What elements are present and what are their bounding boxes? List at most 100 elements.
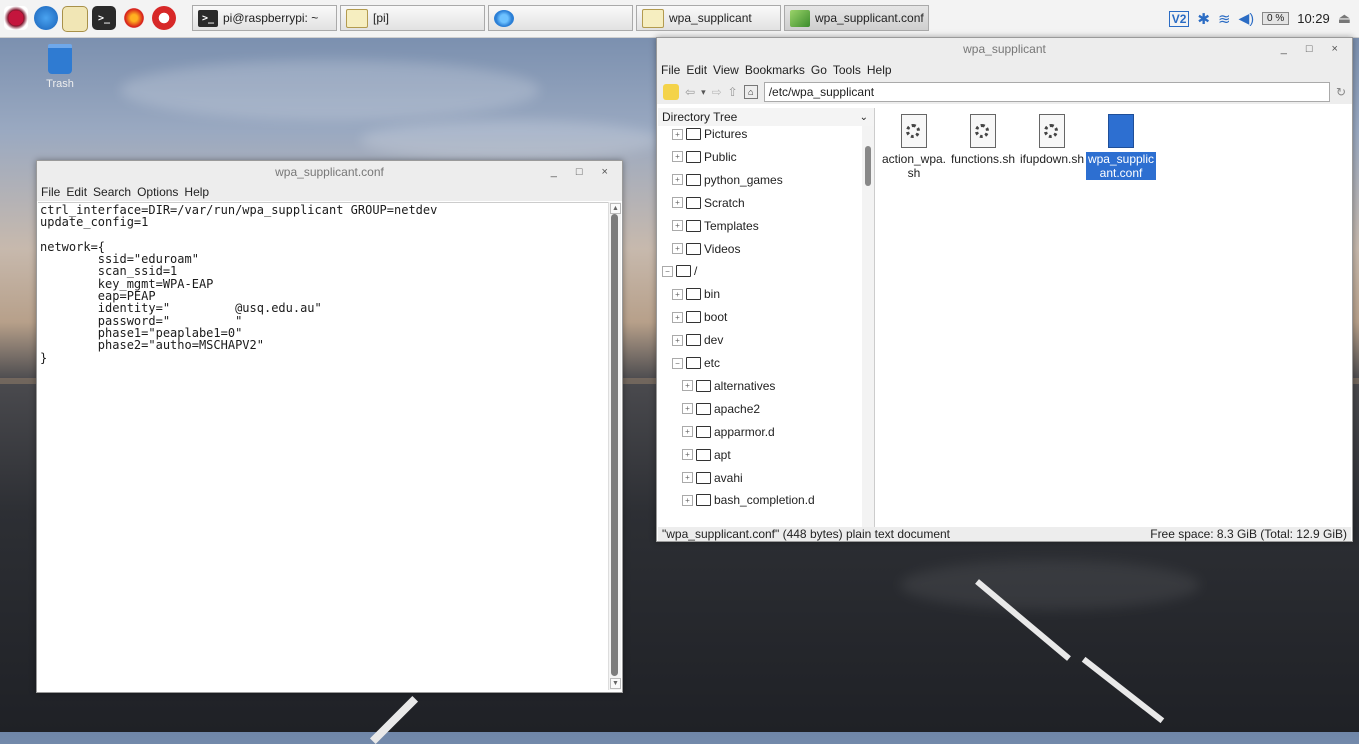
address-bar[interactable]: /etc/wpa_supplicant [763, 82, 1330, 102]
tree-item[interactable]: + Videos [672, 241, 740, 257]
fm-titlebar[interactable]: wpa_supplicant _ □ × [657, 38, 1352, 60]
expand-icon[interactable]: + [672, 243, 683, 254]
expand-icon[interactable]: + [672, 174, 683, 186]
expand-icon[interactable]: + [672, 128, 683, 140]
file-item[interactable]: action_wpa. sh [879, 114, 949, 180]
tree-item[interactable]: + alternatives [682, 378, 775, 394]
file-item[interactable]: wpa_supplic ant.conf [1086, 114, 1156, 180]
task-filemanager[interactable]: wpa_supplicant [636, 5, 781, 31]
tree-item[interactable]: − etc [672, 355, 720, 371]
tree-item-label: apt [714, 447, 731, 462]
tree-item[interactable]: + python_games [672, 172, 783, 188]
tree-item[interactable]: + Scratch [672, 195, 745, 211]
tree-item[interactable]: + avahi [682, 470, 743, 486]
terminal-launch-icon[interactable]: >_ [92, 6, 116, 30]
editor-window-controls[interactable]: _ □ × [551, 161, 616, 183]
expand-icon[interactable]: + [672, 311, 683, 323]
tree-item[interactable]: + bash_completion.d [682, 492, 815, 508]
home-icon[interactable]: ⌂ [743, 85, 758, 99]
expand-icon[interactable]: + [682, 472, 693, 483]
expand-icon[interactable]: + [682, 426, 693, 438]
expand-icon[interactable]: + [682, 403, 693, 415]
editor-content[interactable]: ctrl_interface=DIR=/var/run/wpa_supplica… [38, 203, 608, 365]
fm-menu-help[interactable]: Help [867, 63, 892, 77]
task-browser[interactable] [488, 5, 633, 31]
fm-menu-view[interactable]: View [713, 63, 739, 77]
expand-icon[interactable]: + [682, 380, 693, 392]
task-editor-label: wpa_supplicant.conf [815, 11, 924, 25]
editor-title: wpa_supplicant.conf [275, 165, 384, 179]
tree-item[interactable]: + boot [672, 309, 727, 325]
up-icon[interactable]: ⇧ [728, 85, 738, 99]
fm-menu-bookmarks[interactable]: Bookmarks [745, 63, 805, 77]
expand-icon[interactable]: + [682, 494, 693, 506]
filemanager-window: wpa_supplicant _ □ × File Edit View Book… [656, 37, 1353, 542]
file-item[interactable]: ifupdown.sh [1017, 114, 1087, 166]
history-dropdown-icon[interactable]: ▾ [701, 87, 706, 98]
editor-text-area[interactable]: ctrl_interface=DIR=/var/run/wpa_supplica… [38, 202, 608, 690]
tree-item[interactable]: + Templates [672, 218, 759, 234]
tree-item[interactable]: + bin [672, 286, 720, 302]
menu-help[interactable]: Help [184, 185, 209, 199]
eject-icon[interactable]: ⏏ [1338, 10, 1351, 27]
tree-item[interactable]: + apparmor.d [682, 424, 775, 440]
file-item[interactable]: functions.sh [948, 114, 1018, 166]
tree-scrollbar[interactable] [862, 126, 874, 529]
menu-file[interactable]: File [41, 185, 60, 199]
scroll-up-arrow[interactable]: ▲ [610, 203, 621, 214]
tree-item[interactable]: + Public [672, 149, 737, 165]
chevron-down-icon[interactable]: ⌄ [860, 112, 868, 123]
status-free-space: Free space: 8.3 GiB (Total: 12.9 GiB) [1150, 527, 1347, 541]
fm-menu-file[interactable]: File [661, 63, 680, 77]
trash-desktop-item[interactable]: Trash [30, 44, 90, 90]
task-editor[interactable]: wpa_supplicant.conf [784, 5, 929, 31]
bluetooth-icon[interactable]: ✱ [1197, 10, 1210, 28]
fm-menu-tools[interactable]: Tools [833, 63, 861, 77]
raspberry-menu-icon[interactable] [4, 6, 28, 30]
collapse-icon[interactable]: − [672, 357, 683, 369]
expand-icon[interactable]: + [672, 334, 683, 346]
editor-scroll-thumb[interactable] [611, 214, 618, 676]
task-terminal[interactable]: >_ pi@raspberrypi: ~ [192, 5, 337, 31]
forward-icon[interactable]: ⇨ [712, 85, 722, 99]
clock[interactable]: 10:29 [1297, 11, 1330, 26]
go-icon[interactable]: ↻ [1336, 85, 1346, 99]
vnc-icon[interactable]: V2 [1168, 10, 1190, 27]
tree-scroll-thumb[interactable] [865, 146, 871, 186]
tree-item[interactable]: + dev [672, 332, 723, 348]
file-view[interactable]: action_wpa. sh functions.sh ifupdown.sh wpa… [875, 108, 1351, 529]
fm-window-controls[interactable]: _ □ × [1281, 38, 1346, 60]
editor-scrollbar[interactable]: ▲ ▼ [608, 202, 621, 690]
fm-menu-edit[interactable]: Edit [686, 63, 707, 77]
mathematica-icon[interactable] [152, 6, 176, 30]
taskbar: >_ >_ pi@raspberrypi: ~ [pi] wpa_supplic… [0, 0, 1359, 38]
tree-item[interactable]: + apt [682, 447, 731, 463]
expand-icon[interactable]: + [682, 449, 693, 461]
expand-icon[interactable]: + [672, 151, 683, 163]
editor-titlebar[interactable]: wpa_supplicant.conf _ □ × [37, 161, 622, 183]
scroll-down-arrow[interactable]: ▼ [610, 678, 621, 689]
file-manager-icon[interactable] [62, 6, 88, 32]
task-folder-pi[interactable]: [pi] [340, 5, 485, 31]
web-browser-icon[interactable] [34, 6, 58, 30]
expand-icon[interactable]: + [672, 197, 683, 209]
expand-icon[interactable]: + [672, 288, 683, 300]
menu-options[interactable]: Options [137, 185, 178, 199]
collapse-icon[interactable]: − [662, 265, 673, 277]
file-name: wpa_supplic ant.conf [1086, 152, 1156, 180]
tree-item[interactable]: + Pictures [672, 126, 747, 142]
fm-menu-go[interactable]: Go [811, 63, 827, 77]
menu-edit[interactable]: Edit [66, 185, 87, 199]
volume-icon[interactable]: ◀) [1239, 10, 1254, 27]
wifi-icon[interactable]: ≋ [1218, 10, 1231, 28]
expand-icon[interactable]: + [672, 220, 683, 232]
directory-tree[interactable]: Directory Tree ⌄ + Pictures + Public + python… [658, 108, 875, 529]
wolfram-icon[interactable] [122, 6, 146, 30]
new-window-icon[interactable] [663, 84, 679, 100]
menu-search[interactable]: Search [93, 185, 131, 199]
tree-item[interactable]: + apache2 [682, 401, 760, 417]
directory-tree-header[interactable]: Directory Tree ⌄ [658, 108, 874, 126]
tree-item[interactable]: − / [662, 263, 697, 279]
back-icon[interactable]: ⇦ [685, 85, 695, 99]
tree-item-label: bin [704, 287, 721, 302]
